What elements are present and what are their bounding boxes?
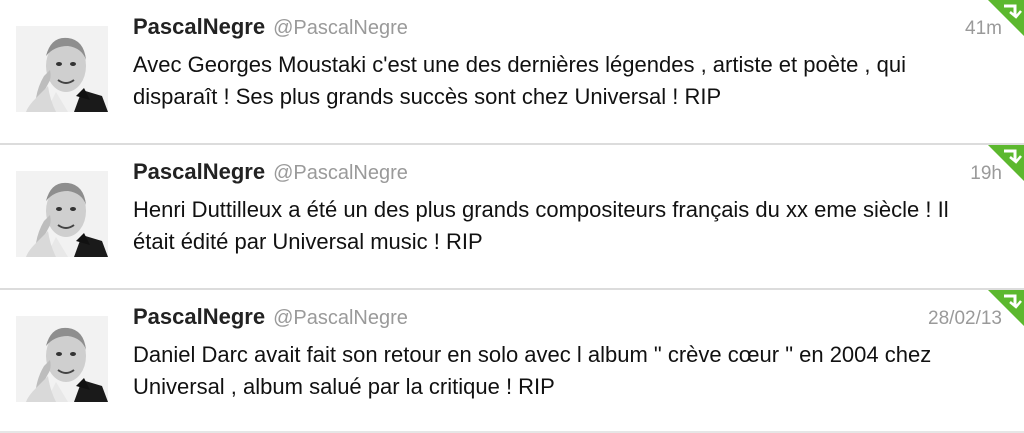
timeline: PascalNegre @PascalNegre 41m Avec George… [0,0,1024,433]
tweet-item[interactable]: PascalNegre @PascalNegre 19h Henri Dutti… [0,145,1024,290]
tweet-item[interactable]: PascalNegre @PascalNegre 41m Avec George… [0,0,1024,145]
author-name[interactable]: PascalNegre [133,159,265,185]
tweet-text: Avec Georges Moustaki c'est une des dern… [133,52,907,109]
avatar[interactable] [16,316,108,402]
tweet-content: PascalNegre @PascalNegre 19h Henri Dutti… [133,159,1002,258]
retweet-corner-icon [988,145,1024,181]
author-handle: @PascalNegre [273,307,408,329]
retweet-corner-icon [988,290,1024,326]
tweet-content: PascalNegre @PascalNegre 28/02/13 Daniel… [133,304,1002,403]
author-name[interactable]: PascalNegre [133,14,265,40]
tweet-item[interactable]: PascalNegre @PascalNegre 28/02/13 Daniel… [0,290,1024,433]
avatar[interactable] [16,26,108,112]
avatar[interactable] [16,171,108,257]
author-name[interactable]: PascalNegre [133,304,265,330]
tweet-content: PascalNegre @PascalNegre 41m Avec George… [133,14,1002,113]
retweet-corner-icon [988,0,1024,36]
tweet-text: Henri Duttilleux a été un des plus grand… [133,197,949,254]
tweet-header: PascalNegre @PascalNegre 28/02/13 [133,304,1002,338]
author-handle: @PascalNegre [273,162,408,184]
tweet-header: PascalNegre @PascalNegre 19h [133,159,1002,193]
tweet-header: PascalNegre @PascalNegre 41m [133,14,1002,48]
author-handle: @PascalNegre [273,17,408,39]
tweet-text: Daniel Darc avait fait son retour en sol… [133,342,932,399]
